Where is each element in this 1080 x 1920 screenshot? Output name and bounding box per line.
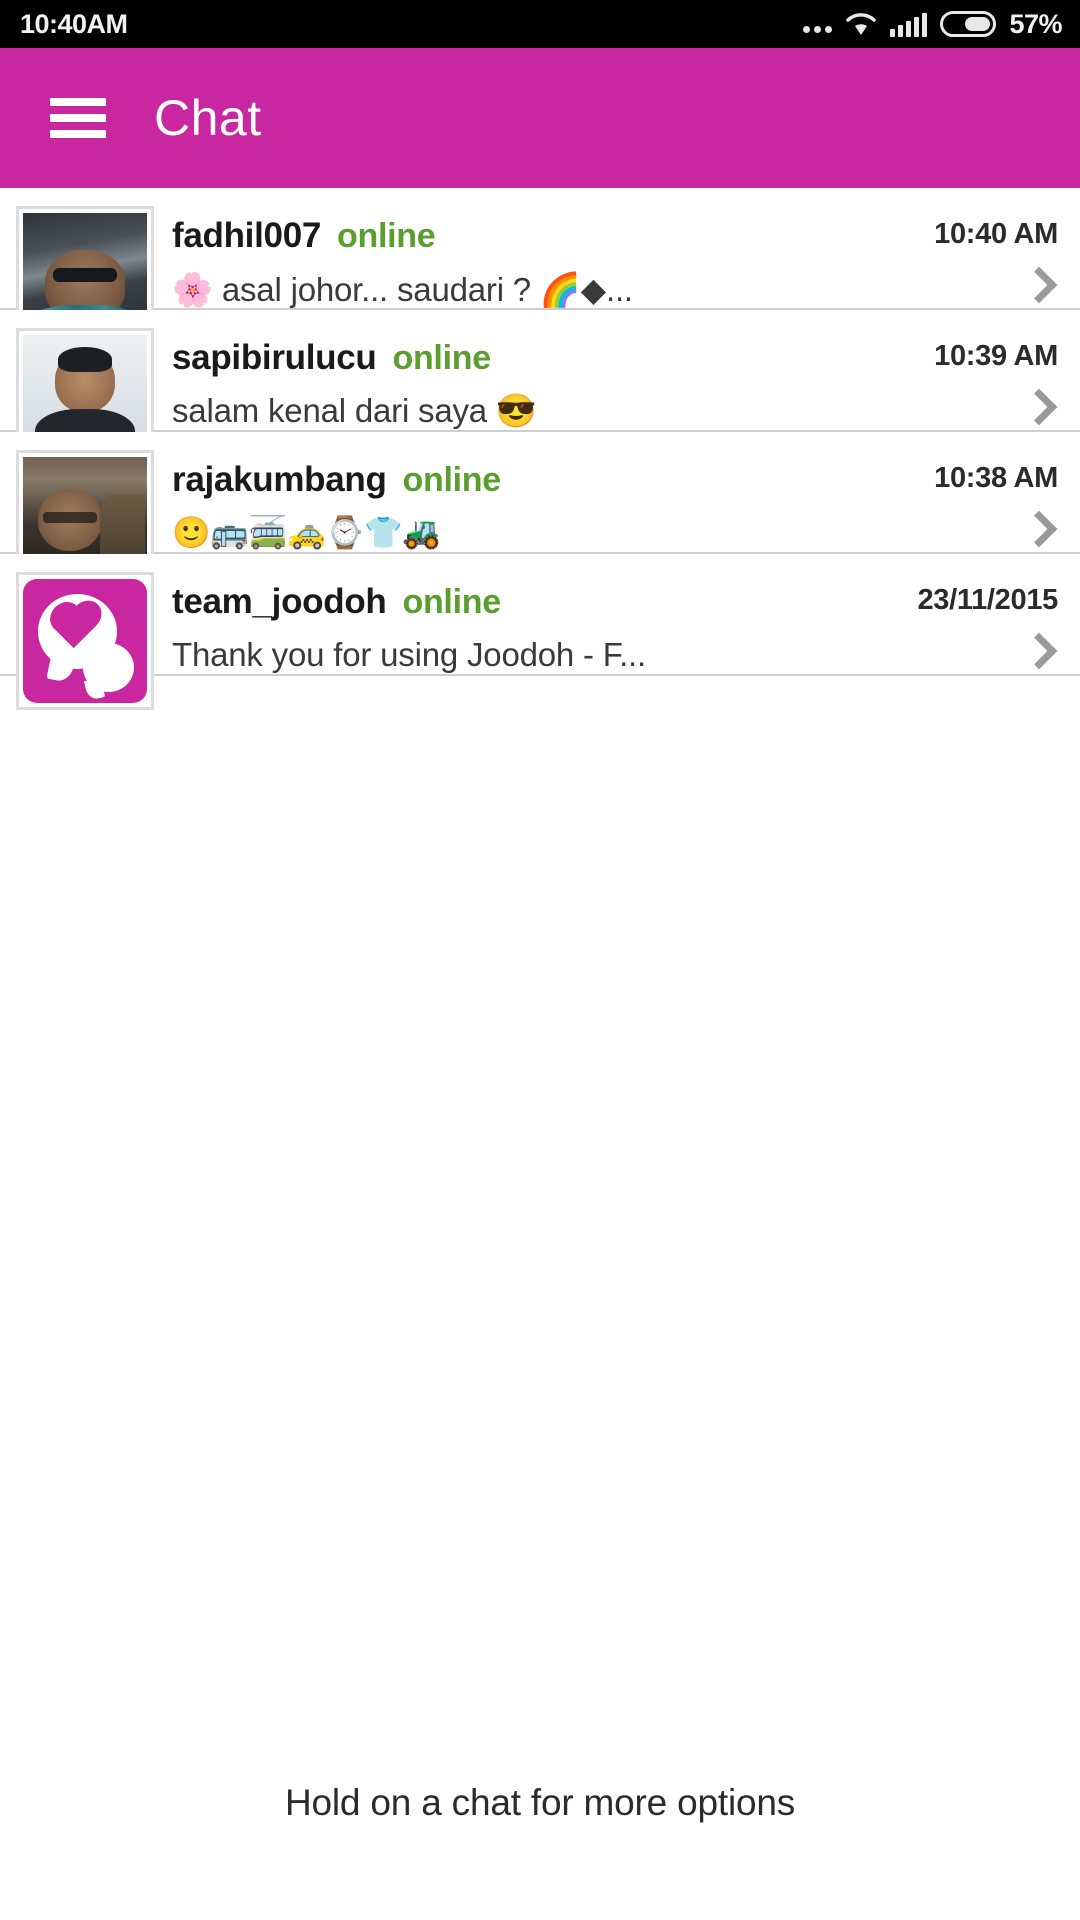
chat-message-preview: Thank you for using Joodoh - F... — [172, 636, 646, 673]
more-dots-icon — [803, 11, 833, 37]
status-bar-clock: 10:40AM — [20, 8, 128, 39]
joodoh-logo-icon — [32, 588, 139, 695]
chat-message-preview: 🙂🚌🚎🚕⌚👕🚜 — [172, 515, 441, 550]
chat-timestamp: 10:39 AM — [934, 340, 1058, 372]
chat-timestamp: 10:38 AM — [934, 462, 1058, 494]
presence-status: online — [402, 583, 502, 621]
chevron-right-icon[interactable] — [1020, 510, 1058, 548]
chat-timestamp: 23/11/2015 — [917, 584, 1058, 616]
status-bar: 10:40AM 57% — [0, 0, 1080, 48]
chevron-right-icon[interactable] — [1020, 266, 1058, 304]
chat-row-meta: 10:38 AM — [850, 442, 1080, 552]
chat-username: sapibirulucu — [172, 338, 377, 377]
presence-status: online — [392, 339, 492, 377]
chat-list-item-rajakumbang[interactable]: rajakumbang online 🙂🚌🚎🚕⌚👕🚜 10:38 AM — [0, 432, 1080, 588]
presence-status: online — [402, 461, 502, 499]
presence-status: online — [337, 217, 436, 255]
chat-timestamp: 10:40 AM — [934, 218, 1058, 250]
empty-list-area — [0, 676, 1080, 1782]
avatar-frame — [16, 572, 154, 710]
signal-icon — [890, 11, 928, 37]
status-bar-icons: 57% — [803, 9, 1062, 40]
chat-row-meta: 23/11/2015 — [850, 564, 1080, 674]
chat-row-body: sapibirulucu online salam kenal dari say… — [154, 320, 850, 431]
chat-message-preview: salam kenal dari saya 😎 — [172, 392, 537, 429]
chat-name-line: fadhil007 online — [172, 216, 850, 256]
page-title: Chat — [154, 90, 262, 146]
chat-row-body: team_joodoh online Thank you for using J… — [154, 564, 850, 674]
chat-row-meta: 10:40 AM — [850, 198, 1080, 308]
app-screen: 10:40AM 57% Chat fadhil007 online 🌸 asal… — [0, 0, 1080, 1920]
chat-name-line: rajakumbang online — [172, 460, 850, 500]
battery-percent-label: 57% — [1009, 8, 1062, 39]
footer-hint-text: Hold on a chat for more options — [284, 1782, 796, 1823]
wifi-icon — [845, 11, 877, 37]
chat-row-body: rajakumbang online 🙂🚌🚎🚕⌚👕🚜 — [154, 442, 850, 551]
chat-username: fadhil007 — [172, 216, 322, 255]
chat-list-item-fadhil007[interactable]: fadhil007 online 🌸 asal johor... saudari… — [0, 188, 1080, 344]
chat-list-item-sapibirulucu[interactable]: sapibirulucu online salam kenal dari say… — [0, 310, 1080, 466]
chat-name-line: team_joodoh online — [172, 582, 850, 622]
chat-row-meta: 10:39 AM — [850, 320, 1080, 430]
chat-name-line: sapibirulucu online — [172, 338, 850, 378]
chat-message-preview: 🌸 asal johor... saudari ? 🌈◆... — [172, 271, 633, 308]
chat-list: fadhil007 online 🌸 asal johor... saudari… — [0, 188, 1080, 710]
battery-icon — [940, 11, 997, 37]
hamburger-menu-icon[interactable] — [50, 98, 106, 138]
app-header: Chat — [0, 48, 1080, 188]
chevron-right-icon[interactable] — [1020, 388, 1058, 426]
chat-list-item-team_joodoh[interactable]: team_joodoh online Thank you for using J… — [0, 554, 1080, 710]
chat-username: team_joodoh — [172, 582, 387, 621]
avatar — [23, 579, 147, 703]
chevron-right-icon[interactable] — [1020, 632, 1058, 670]
chat-row-body: fadhil007 online 🌸 asal johor... saudari… — [154, 198, 850, 310]
chat-username: rajakumbang — [172, 460, 387, 499]
